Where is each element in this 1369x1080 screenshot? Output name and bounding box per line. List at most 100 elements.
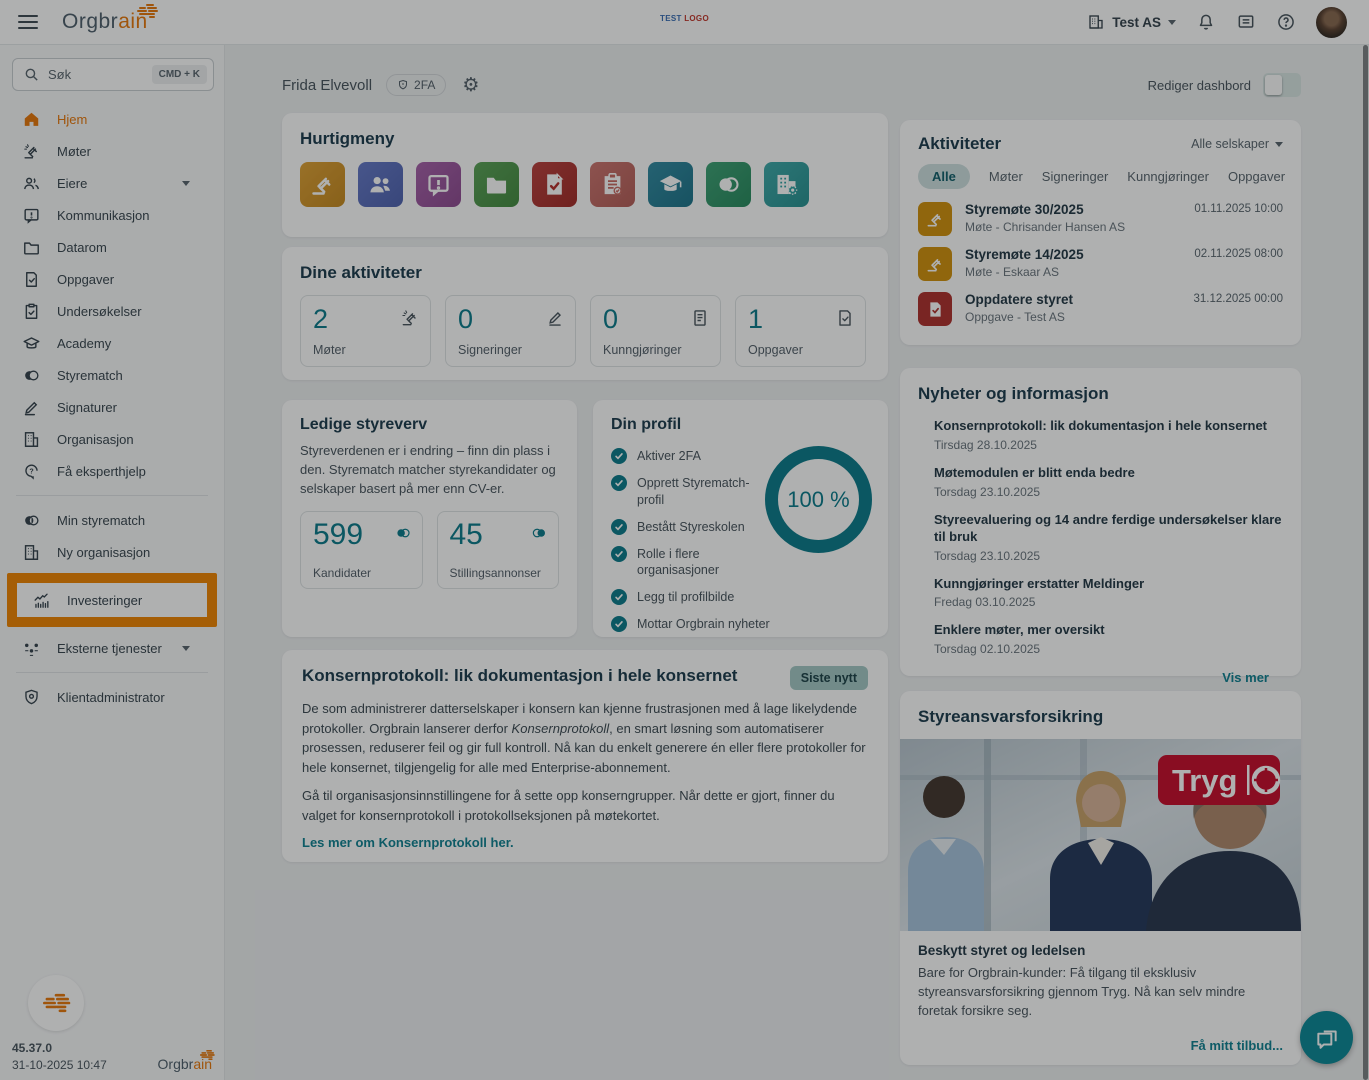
company-filter[interactable]: Alle selskaper: [1191, 137, 1283, 151]
tab-signeringer[interactable]: Signeringer: [1042, 169, 1109, 184]
show-more-link[interactable]: Vis mer: [1222, 670, 1269, 685]
gavel-icon: [918, 202, 952, 236]
tile-undersokelser[interactable]: [590, 162, 635, 207]
building-icon: [24, 431, 39, 447]
edit-dashboard-toggle[interactable]: [1263, 73, 1301, 97]
sidebar: CMD + K Hjem Møter Eiere Kommunikasjon D…: [0, 45, 225, 1080]
tab-oppgaver[interactable]: Oppgaver: [1228, 169, 1285, 184]
activity-row[interactable]: Oppdatere styret Oppgave - Test AS 31.12…: [918, 292, 1283, 326]
chat-alert-icon: [428, 174, 449, 197]
pen-icon: [24, 401, 38, 415]
sidebar-item-datarom[interactable]: Datarom: [0, 231, 224, 263]
tile-communication[interactable]: [416, 162, 461, 207]
tile-owners[interactable]: [358, 162, 403, 207]
stat-moter[interactable]: 2 Møter: [300, 295, 431, 367]
insurance-title: Styreansvarsforsikring: [918, 707, 1104, 726]
sidebar-item-organisasjon[interactable]: Organisasjon: [0, 423, 224, 455]
search-shortcut: CMD + K: [151, 65, 207, 84]
svg-text:?: ?: [29, 467, 33, 475]
news-item[interactable]: Enklere møter, mer oversikt Torsdag 02.1…: [934, 622, 1283, 656]
sidebar-item-kommunikasjon[interactable]: Kommunikasjon: [0, 199, 224, 231]
news-item[interactable]: Konsernprotokoll: lik dokumentasjon i he…: [934, 418, 1283, 452]
user-avatar[interactable]: [1316, 6, 1347, 38]
stat-signeringer[interactable]: 0 Signeringer: [445, 295, 576, 367]
notifications-button[interactable]: [1196, 12, 1216, 32]
tryg-logo-text: Tryg: [1172, 763, 1237, 798]
sidebar-item-hjem[interactable]: Hjem: [0, 103, 224, 135]
tile-oppgaver[interactable]: [532, 162, 577, 207]
task-icon: [26, 271, 37, 287]
gear-icon[interactable]: ⚙: [462, 75, 479, 95]
sidebar-item-signaturer[interactable]: Signaturer: [0, 391, 224, 423]
tile-academy[interactable]: [648, 162, 693, 207]
activity-row[interactable]: Styremøte 14/2025 Møte - Eskaar AS 02.11…: [918, 247, 1283, 281]
tile-datarom[interactable]: [474, 162, 519, 207]
brain-icon: [199, 1050, 215, 1060]
profile-check-item: Aktiver 2FA: [611, 448, 776, 465]
2fa-badge[interactable]: 2FA: [386, 74, 447, 96]
search-input[interactable]: [48, 67, 152, 82]
sidebar-item-eksterne-tjenester[interactable]: Eksterne tjenester: [0, 632, 224, 664]
sidebar-item-min-styrematch[interactable]: Min styrematch: [0, 504, 224, 536]
help-button[interactable]: [1276, 12, 1296, 32]
check-icon: [611, 589, 627, 606]
chat-bubbles-icon: [1316, 1030, 1337, 1049]
check-icon: [611, 474, 627, 491]
article-paragraph-1: De som administrerer datterselskaper i k…: [302, 701, 866, 775]
read-more-link[interactable]: Les mer om Konsernprotokoll her.: [302, 835, 514, 850]
profile-check-item: Opprett Styrematch-profil: [611, 474, 776, 509]
tab-kunngjoringer[interactable]: Kunngjøringer: [1127, 169, 1209, 184]
news-item[interactable]: Styreevaluering og 14 andre ferdige unde…: [934, 512, 1283, 563]
news-item[interactable]: Møtemodulen er blitt enda bedre Torsdag …: [934, 465, 1283, 499]
sidebar-item-ny-organisasjon[interactable]: Ny organisasjon: [0, 536, 224, 568]
page-scrollbar[interactable]: [1363, 45, 1368, 1080]
main-content: Frida Elvevoll 2FA ⚙ Rediger dashbord Hu…: [225, 45, 1369, 1080]
news-item[interactable]: Kunngjøringer erstatter Meldinger Fredag…: [934, 576, 1283, 610]
sidebar-item-klientadministrator[interactable]: Klientadministrator: [0, 681, 224, 713]
message-icon: [1238, 15, 1254, 28]
chat-alert-icon: [24, 208, 39, 224]
news-title: Nyheter og informasjon: [918, 384, 1109, 403]
sidebar-item-undersokelser[interactable]: Undersøkelser: [0, 295, 224, 327]
home-icon: [24, 112, 39, 126]
gavel-icon: [24, 143, 37, 159]
tab-alle[interactable]: Alle: [918, 164, 970, 189]
activities-title: Aktiviteter: [918, 134, 1002, 153]
chat-fab[interactable]: [1300, 1011, 1353, 1064]
news-article-card: Konsernprotokoll: lik dokumentasjon i he…: [282, 650, 888, 862]
clipboard-check-icon: [604, 173, 622, 195]
sidebar-item-oppgaver[interactable]: Oppgaver: [0, 263, 224, 295]
sidebar-item-moter[interactable]: Møter: [0, 135, 224, 167]
search-box[interactable]: CMD + K: [12, 58, 214, 91]
profile-check-item: Rolle i flere organisasjoner: [611, 545, 776, 580]
toggle-knob: [1265, 75, 1282, 95]
menu-icon[interactable]: [18, 15, 38, 29]
gavel-icon: [402, 310, 416, 326]
get-offer-link[interactable]: Få mitt tilbud...: [1191, 1038, 1283, 1053]
activities-card: Aktiviteter Alle selskaper Alle Møter Si…: [900, 120, 1301, 345]
stat-oppgaver[interactable]: 1 Oppgaver: [735, 295, 866, 367]
expert-help-icon: ?: [25, 464, 38, 480]
stat-kunngjoringer[interactable]: 0 Kunngjøringer: [590, 295, 721, 367]
tile-meetings[interactable]: [300, 162, 345, 207]
sidebar-item-academy[interactable]: Academy: [0, 327, 224, 359]
activity-row[interactable]: Styremøte 30/2025 Møte - Chrisander Hans…: [918, 202, 1283, 236]
brain-badge[interactable]: [28, 975, 84, 1031]
tab-moter[interactable]: Møter: [989, 169, 1023, 184]
tile-organisasjon[interactable]: [764, 162, 809, 207]
sidebar-item-styrematch[interactable]: Styrematch: [0, 359, 224, 391]
sidebar-item-investeringer[interactable]: Investeringer: [17, 583, 207, 617]
company-selector[interactable]: Test AS: [1087, 13, 1176, 31]
gavel-icon: [312, 177, 331, 195]
stat-kandidater[interactable]: 599 Kandidater: [300, 510, 423, 589]
shield-icon: [25, 689, 38, 704]
spotlight-highlight: Investeringer: [7, 573, 217, 627]
folder-icon: [486, 177, 507, 194]
owners-icon: [24, 177, 39, 189]
tile-styrematch[interactable]: [706, 162, 751, 207]
messages-button[interactable]: [1236, 12, 1256, 32]
sidebar-item-eiere[interactable]: Eiere: [0, 167, 224, 199]
sidebar-item-eksperthjelp[interactable]: ? Få eksperthjelp: [0, 455, 224, 487]
stat-stillingsannonser[interactable]: 45 Stillingsannonser: [436, 510, 559, 589]
insurance-heading: Beskytt styret og ledelsen: [918, 943, 1086, 958]
